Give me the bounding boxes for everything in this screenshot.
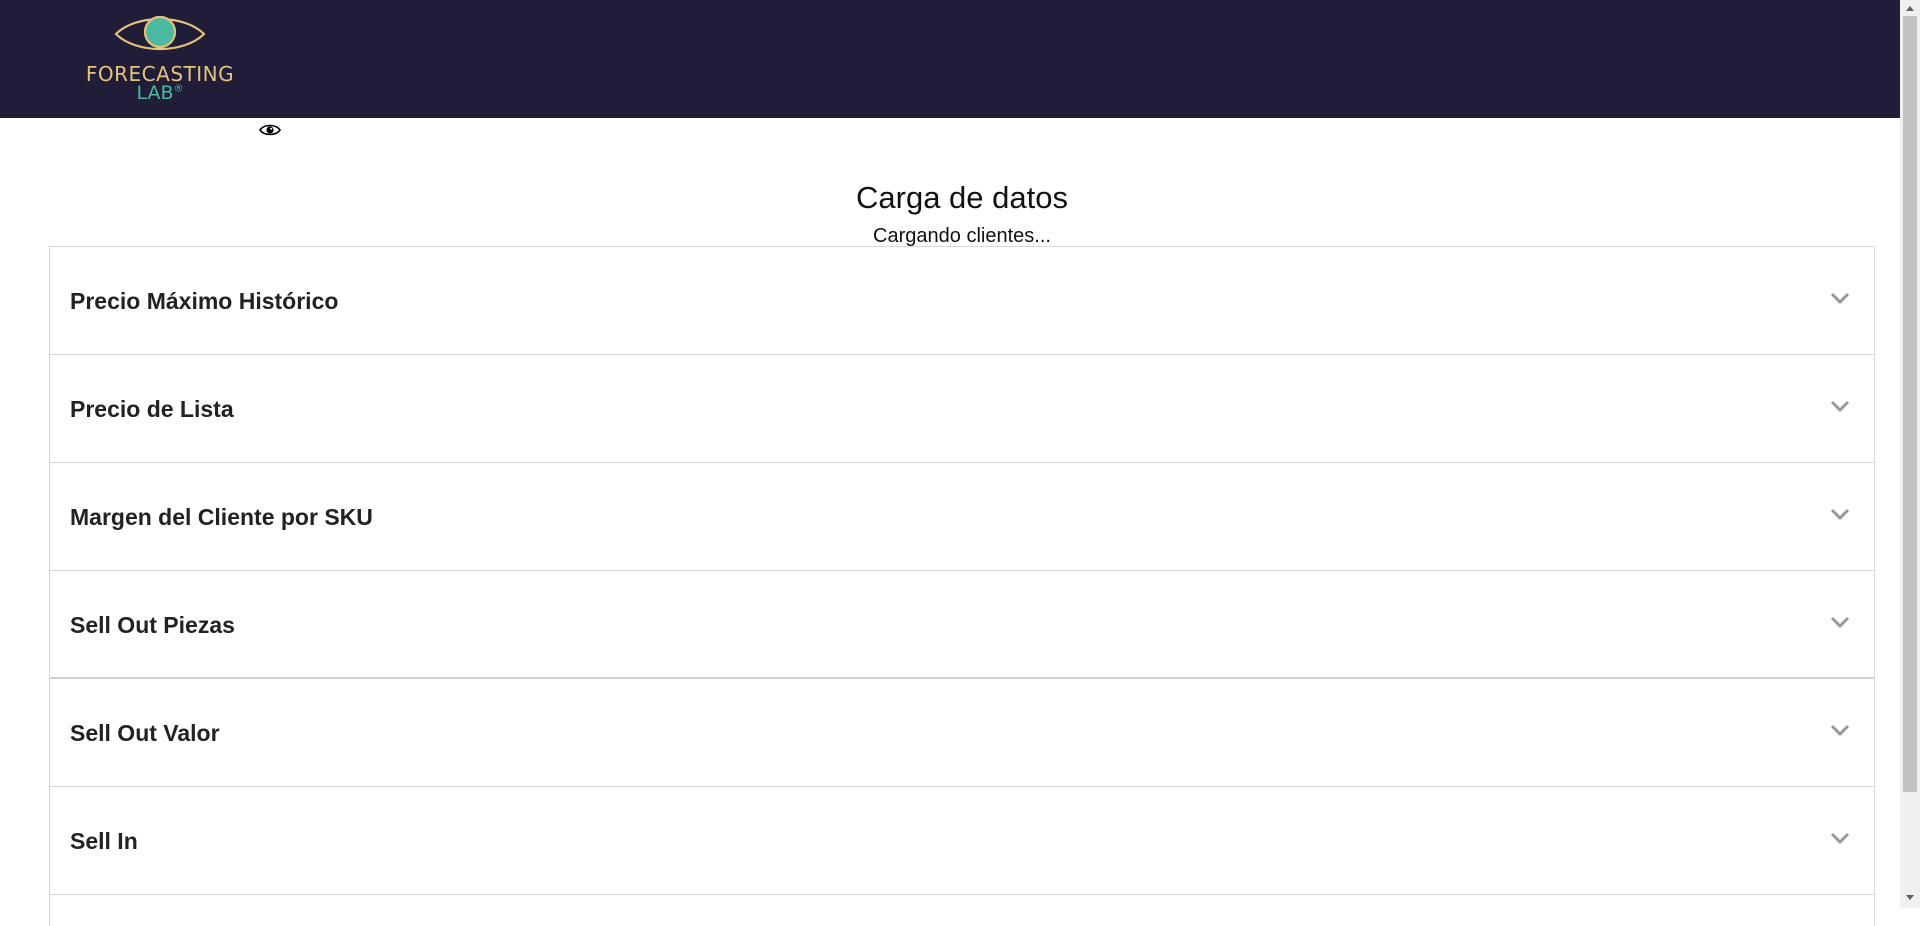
chevron-down-icon	[1830, 292, 1850, 305]
scroll-up-arrow-icon[interactable]	[1905, 4, 1915, 12]
chevron-down-icon	[1830, 400, 1850, 413]
accordion-item-label: Precio de Lista	[70, 396, 234, 422]
accordion-item-label: Sell Out Piezas	[70, 612, 235, 638]
page-title: Carga de datos	[856, 180, 1068, 215]
logo-text-lab: LAB®	[78, 82, 242, 104]
chevron-down-icon	[1830, 508, 1850, 521]
accordion-item-label: Precio Máximo Histórico	[70, 288, 339, 314]
vertical-scrollbar[interactable]	[1900, 0, 1920, 908]
scrollbar-thumb[interactable]	[1903, 16, 1917, 792]
accordion-item-precio-maximo-historico[interactable]: Precio Máximo Histórico	[50, 247, 1874, 355]
registered-mark: ®	[173, 83, 184, 95]
loading-status: Cargando clientes...	[873, 225, 1051, 247]
chevron-down-icon	[1830, 724, 1850, 737]
data-accordion: Precio Máximo Histórico Precio de Lista …	[49, 246, 1875, 926]
accordion-item-sell-in[interactable]: Sell In	[50, 787, 1874, 895]
accordion-item-label: Sell Out Valor	[70, 720, 220, 746]
accordion-item-label: Margen del Cliente por SKU	[70, 504, 373, 530]
chevron-down-icon	[1830, 616, 1850, 629]
accordion-item-sell-out-valor[interactable]: Sell Out Valor	[50, 679, 1874, 787]
eye-icon	[259, 124, 281, 136]
logo-text-lab-word: LAB	[136, 82, 174, 104]
logo-eye-icon	[114, 15, 206, 50]
top-header: FORECASTING LAB®	[0, 0, 1900, 118]
accordion-item-margen-cliente-sku[interactable]: Margen del Cliente por SKU	[50, 463, 1874, 571]
chevron-down-icon	[1830, 832, 1850, 845]
accordion-item-sell-out-piezas[interactable]: Sell Out Piezas	[50, 571, 1874, 679]
accordion-item-precio-de-lista[interactable]: Precio de Lista	[50, 355, 1874, 463]
accordion-item-label: Sell In	[70, 828, 138, 854]
forecasting-lab-logo[interactable]: FORECASTING LAB®	[78, 12, 242, 104]
scroll-down-arrow-icon[interactable]	[1905, 894, 1915, 902]
visibility-toggle-button[interactable]	[258, 121, 282, 139]
